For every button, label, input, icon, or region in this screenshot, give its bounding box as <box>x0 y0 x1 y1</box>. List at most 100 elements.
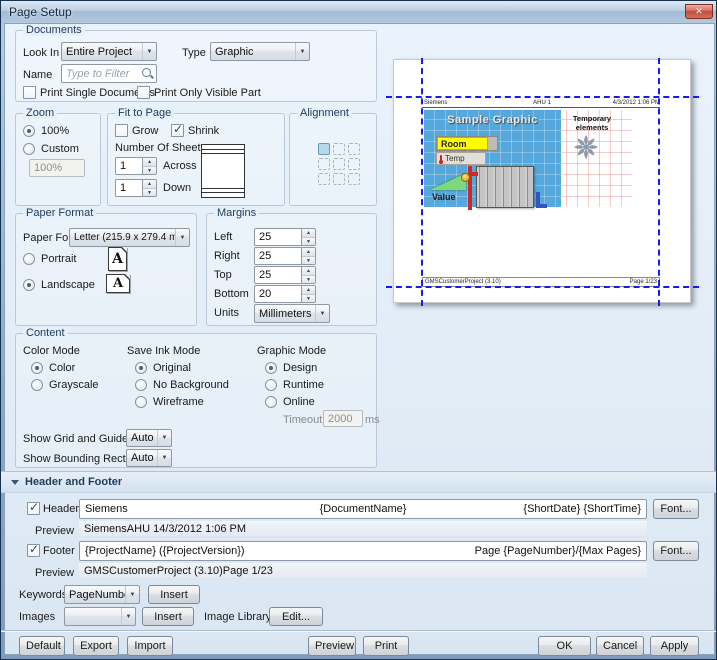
header-preview-row: Siemens AHU 1 4/3/2012 1:06 PM <box>79 521 647 537</box>
footer-template-field[interactable]: {ProjectName} ({ProjectVersion}) Page {P… <box>79 541 647 561</box>
margin-right-value: 25 <box>254 247 302 265</box>
keywords-dropdown[interactable]: PageNumber ▼ <box>64 585 140 604</box>
search-icon[interactable] <box>140 66 156 82</box>
stepper-arrows[interactable]: ▲▼ <box>143 179 157 197</box>
show-grid-dropdown[interactable]: Auto ▼ <box>126 429 172 447</box>
grow-checkbox[interactable] <box>115 124 128 137</box>
stepper-arrows[interactable]: ▲▼ <box>302 228 316 246</box>
footer-field-left: {ProjectName} ({ProjectVersion}) <box>85 545 245 557</box>
print-single-documents-checkbox[interactable] <box>23 86 36 99</box>
alignment-cell-bottom-left[interactable] <box>318 173 330 185</box>
print-preview-page: Siemens AHU 1 4/3/2012 1:06 PM Sample Gr… <box>393 59 691 303</box>
temporary-elements-label: Temporary elements <box>564 115 620 132</box>
units-value: Millimeters <box>255 308 315 320</box>
show-bounding-dropdown[interactable]: Auto ▼ <box>126 449 172 467</box>
runtime-label: Runtime <box>283 379 324 391</box>
ok-button[interactable]: OK <box>538 636 591 656</box>
zoom-custom-radio[interactable] <box>23 143 35 155</box>
zoom-custom-value-input[interactable]: 100% <box>29 159 85 177</box>
landscape-radio[interactable] <box>23 279 35 291</box>
alignment-cell-middle-right[interactable] <box>348 158 360 170</box>
footer-preview-right: Page 1/23 <box>223 565 273 577</box>
up-arrow-icon: ▲ <box>302 286 315 295</box>
design-radio[interactable] <box>265 362 277 374</box>
chevron-down-icon: ▼ <box>175 229 189 246</box>
grayscale-radio[interactable] <box>31 379 43 391</box>
keywords-insert-button[interactable]: Insert <box>148 585 200 604</box>
alignment-cell-middle-left[interactable] <box>318 158 330 170</box>
images-insert-button[interactable]: Insert <box>142 607 194 626</box>
zoom-100-radio[interactable] <box>23 125 35 137</box>
landscape-page-icon: A <box>106 274 130 293</box>
color-radio[interactable] <box>31 362 43 374</box>
paper-form-dropdown[interactable]: Letter (215.9 x 279.4 mm) ▼ <box>69 228 190 247</box>
margin-left-stepper[interactable]: 25 ▲▼ <box>254 228 316 246</box>
chevron-down-icon: ▼ <box>142 43 156 60</box>
chevron-down-icon: ▼ <box>315 305 329 322</box>
export-button[interactable]: Export <box>73 636 119 656</box>
alignment-cell-bottom-right[interactable] <box>348 173 360 185</box>
preview-header-center: AHU 1 <box>424 100 660 106</box>
room-field-tail <box>488 137 497 150</box>
header-footer-expander[interactable]: Header and Footer <box>1 471 717 493</box>
footer-preview-row: GMSCustomerProject (3.10) Page 1/23 <box>79 563 647 579</box>
paper-format-group-title: Paper Format <box>23 207 96 219</box>
margin-top-stepper[interactable]: 25 ▲▼ <box>254 266 316 284</box>
images-dropdown[interactable]: ▼ <box>64 607 136 626</box>
timeout-input[interactable]: 2000 <box>323 410 363 427</box>
no-background-radio[interactable] <box>135 379 147 391</box>
stepper-arrows[interactable]: ▲▼ <box>302 247 316 265</box>
titlebar[interactable]: Page Setup ✕ <box>1 1 716 23</box>
image-library-edit-button[interactable]: Edit... <box>269 607 323 626</box>
room-field: Room <box>436 136 498 151</box>
grayscale-label: Grayscale <box>49 379 99 391</box>
stepper-arrows[interactable]: ▲▼ <box>143 157 157 175</box>
print-button[interactable]: Print <box>363 636 409 656</box>
window-title: Page Setup <box>9 5 72 19</box>
documents-group-title: Documents <box>23 24 85 36</box>
margin-bottom-stepper[interactable]: 20 ▲▼ <box>254 285 316 303</box>
original-radio[interactable] <box>135 362 147 374</box>
default-button[interactable]: Default <box>19 636 65 656</box>
type-dropdown[interactable]: Graphic ▼ <box>210 42 310 61</box>
value-label: Value <box>432 192 456 202</box>
collapse-triangle-icon <box>11 480 19 485</box>
print-only-visible-part-checkbox[interactable] <box>137 86 150 99</box>
temp-label: Temp <box>445 154 465 163</box>
wireframe-radio[interactable] <box>135 396 147 408</box>
look-in-dropdown[interactable]: Entire Project ▼ <box>61 42 157 61</box>
shrink-checkbox[interactable] <box>171 124 184 137</box>
sheets-across-stepper[interactable]: 1 ▲▼ <box>115 157 157 175</box>
footer-font-button[interactable]: Font... <box>653 541 699 561</box>
apply-button[interactable]: Apply <box>650 636 699 656</box>
footer-checkbox[interactable] <box>27 544 40 557</box>
cancel-button[interactable]: Cancel <box>596 636 644 656</box>
portrait-radio[interactable] <box>23 253 35 265</box>
alignment-cell-top-right[interactable] <box>348 143 360 155</box>
down-label: Down <box>163 182 191 194</box>
stepper-arrows[interactable]: ▲▼ <box>302 266 316 284</box>
timeout-label: Timeout <box>283 414 322 426</box>
margin-bottom-label: Bottom <box>214 288 249 300</box>
alignment-cell-top-left[interactable] <box>318 143 330 155</box>
footer-preview-label: Preview <box>35 567 74 579</box>
zoom-custom-label: Custom <box>41 143 79 155</box>
alignment-cell-bottom-center[interactable] <box>333 173 345 185</box>
alignment-cell-middle-center[interactable] <box>333 158 345 170</box>
sheets-down-stepper[interactable]: 1 ▲▼ <box>115 179 157 197</box>
print-only-visible-part-label: Print Only Visible Part <box>154 87 261 99</box>
margin-right-stepper[interactable]: 25 ▲▼ <box>254 247 316 265</box>
header-checkbox[interactable] <box>27 502 40 515</box>
units-dropdown[interactable]: Millimeters ▼ <box>254 304 330 323</box>
preview-button[interactable]: Preview <box>308 636 356 656</box>
import-button[interactable]: Import <box>127 636 173 656</box>
header-template-field[interactable]: Siemens {DocumentName} {ShortDate} {Shor… <box>79 499 647 519</box>
header-font-button[interactable]: Font... <box>653 499 699 519</box>
color-mode-label: Color Mode <box>23 345 80 357</box>
stepper-arrows[interactable]: ▲▼ <box>302 285 316 303</box>
alignment-cell-top-center[interactable] <box>333 143 345 155</box>
keywords-label: Keywords <box>19 589 67 601</box>
close-icon[interactable]: ✕ <box>685 4 713 19</box>
online-radio[interactable] <box>265 396 277 408</box>
runtime-radio[interactable] <box>265 379 277 391</box>
